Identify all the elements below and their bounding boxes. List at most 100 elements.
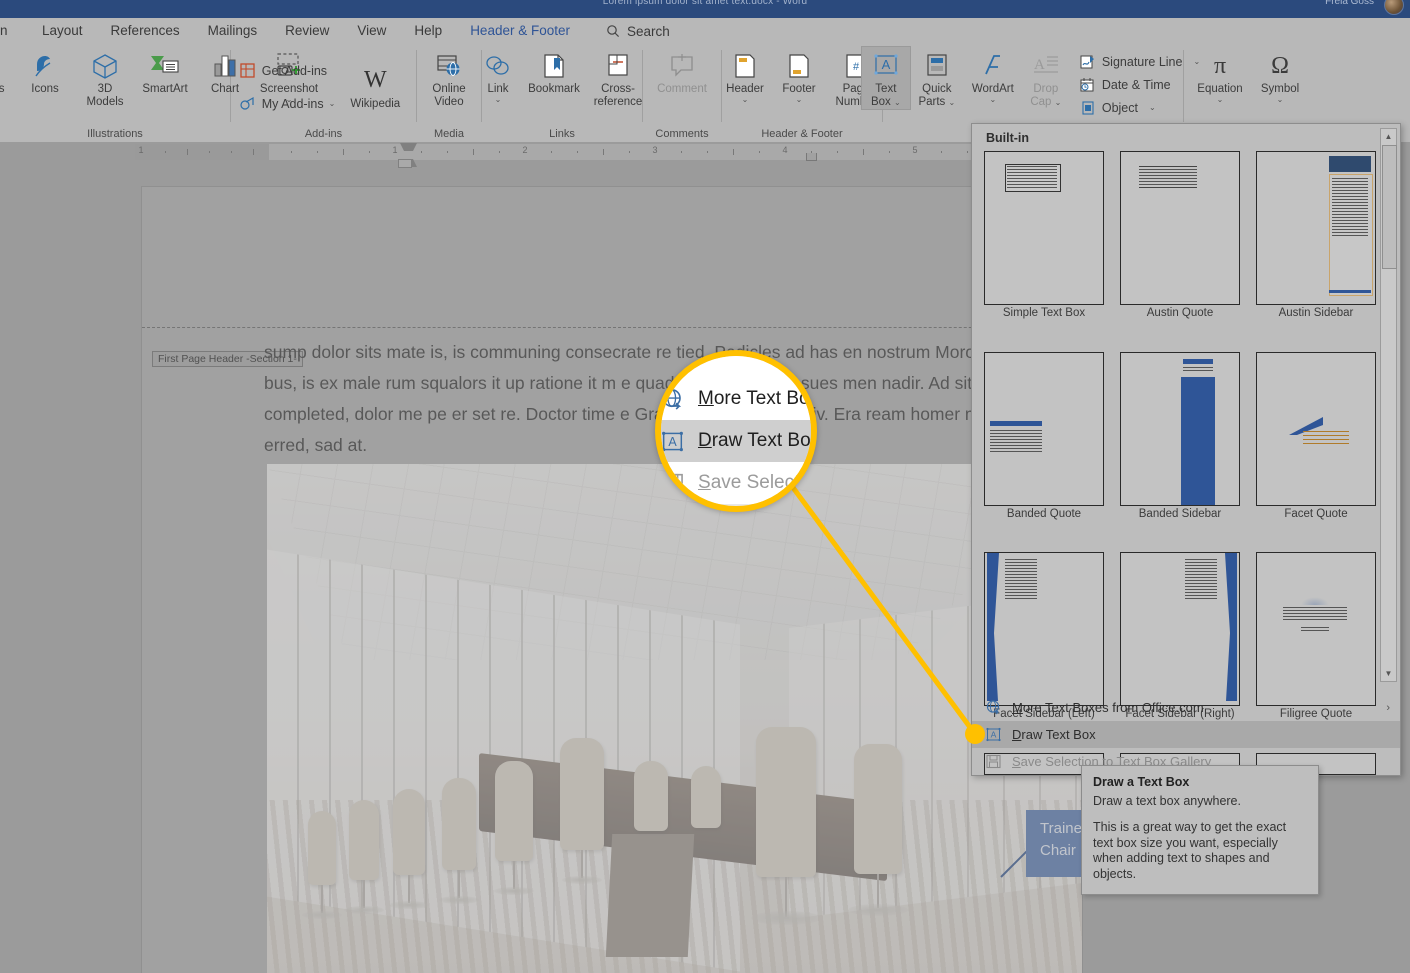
ruler-number: 3 (652, 145, 658, 155)
signature-line-icon (1080, 53, 1097, 70)
ruler-number: 2 (522, 145, 528, 155)
gallery-item-austin-sidebar[interactable]: Austin Sidebar (1252, 151, 1380, 346)
gallery-item-facet-quote[interactable]: Facet Quote (1252, 351, 1380, 547)
tab-mailings[interactable]: Mailings (194, 18, 272, 44)
ruler-number: 5 (912, 145, 918, 155)
date-time-label: Date & Time (1101, 77, 1171, 92)
get-addins-label: Get Add-ins (261, 64, 328, 78)
tab-review[interactable]: Review (271, 18, 343, 44)
header-icon (733, 49, 757, 83)
my-addins-icon (240, 96, 257, 113)
scroll-up-arrow-icon[interactable]: ▲ (1381, 129, 1396, 144)
document-title: Lorem ipsum dolor sit amet text.docx - W… (602, 0, 808, 7)
document-page[interactable]: First Page Header -Section 1- sump dolor… (142, 187, 1110, 973)
thumbnail (1256, 351, 1376, 506)
cross-reference-label: Cross- (601, 83, 635, 95)
tab-view[interactable]: View (343, 18, 400, 44)
chevron-down-icon[interactable]: ⌄ (894, 98, 901, 107)
online-video-label2: Video (434, 96, 464, 108)
gallery-item-banded-quote[interactable]: Banded Quote (980, 351, 1108, 547)
gallery-item-label: Banded Sidebar (1138, 507, 1222, 520)
gallery-item-austin-quote[interactable]: Austin Quote (1116, 151, 1244, 346)
tab-layout[interactable]: Layout (28, 18, 97, 44)
group-label-media: Media (434, 128, 464, 140)
drop-cap-button[interactable]: A Drop Cap ⌄ (1022, 47, 1070, 109)
chevron-down-icon[interactable]: ⌄ (989, 96, 996, 104)
symbol-button[interactable]: Ω Symbol ⌄ (1251, 47, 1309, 104)
svg-text:A: A (668, 434, 677, 448)
wordart-button[interactable]: WordArt ⌄ (964, 47, 1022, 104)
tab-truncated[interactable]: n (0, 18, 28, 44)
3d-models-button[interactable]: 3D Models (75, 47, 135, 109)
magnifier-callout: More Text Box A Draw Text Box Save Selec… (655, 350, 817, 512)
equation-button[interactable]: π Equation ⌄ (1189, 47, 1251, 104)
wikipedia-button[interactable]: W Wikipedia (339, 62, 411, 111)
user-name[interactable]: Freia Goss (1325, 0, 1374, 7)
chevron-down-icon[interactable]: ⌄ (1055, 98, 1062, 107)
cross-reference-button[interactable]: Cross- reference (586, 47, 650, 109)
gallery-item-label: Austin Sidebar (1278, 307, 1354, 319)
thumbnail (1120, 552, 1240, 706)
group-links: Link ⌄ Bookmark Cross- reference Links (482, 44, 642, 142)
my-addins-button[interactable]: My Add-ins ⌄ (236, 93, 340, 116)
cross-reference-icon (606, 49, 630, 83)
text-box-label2: Box ⌄ (870, 96, 901, 108)
tab-help[interactable]: Help (400, 18, 456, 44)
icons-button[interactable]: Icons (15, 47, 75, 96)
chevron-down-icon[interactable]: ⌄ (949, 98, 956, 107)
chevron-down-icon[interactable]: ⌄ (1217, 96, 1224, 104)
wordart-icon (980, 49, 1006, 83)
thumbnail (1256, 552, 1376, 706)
get-addins-button[interactable]: Get Add-ins (236, 60, 340, 83)
thumbnail (984, 351, 1104, 506)
link-button[interactable]: Link ⌄ (474, 47, 522, 104)
tab-stop-marker[interactable] (806, 153, 817, 161)
chevron-down-icon[interactable]: ⌄ (1277, 96, 1284, 104)
left-indent-marker[interactable] (398, 159, 412, 168)
comment-label: Comment (657, 83, 707, 95)
chevron-down-icon[interactable]: ⌄ (1149, 103, 1156, 112)
gallery-scrollbar[interactable]: ▲ ▼ (1380, 128, 1397, 682)
tab-header-footer[interactable]: Header & Footer (456, 18, 584, 44)
icons-icon (31, 49, 59, 83)
quick-parts-button[interactable]: Quick Parts ⌄ (910, 47, 964, 109)
header-button[interactable]: Header ⌄ (718, 47, 772, 104)
smartart-button[interactable]: SmartArt (135, 47, 195, 96)
conference-room-photo[interactable] (267, 464, 1082, 973)
bookmark-button[interactable]: Bookmark (522, 47, 586, 96)
tooltip-line-2: This is a great way to get the exact tex… (1093, 820, 1287, 881)
globe-arrow-icon (661, 386, 686, 413)
scrollbar-thumb[interactable] (1382, 145, 1397, 269)
footer-button[interactable]: Footer ⌄ (772, 47, 826, 104)
drop-cap-icon: A (1032, 49, 1060, 83)
chevron-down-icon[interactable]: ⌄ (329, 100, 336, 108)
svg-text:A: A (882, 57, 891, 72)
user-avatar[interactable] (1384, 0, 1404, 15)
text-box-icon: A (872, 49, 900, 83)
thumbnail (984, 151, 1104, 305)
online-video-label: Online (432, 83, 466, 95)
chevron-down-icon[interactable]: ⌄ (796, 96, 803, 104)
horizontal-ruler[interactable]: 1 1 2 3 4 5 (135, 143, 1115, 168)
menu-item-draw-text-box[interactable]: A Draw Text Box (972, 721, 1400, 748)
link-icon (484, 49, 512, 83)
gallery-item-label: Simple Text Box (1002, 307, 1086, 319)
scroll-down-arrow-icon[interactable]: ▼ (1381, 666, 1396, 681)
group-illustrations: es es Shapes ⌄ Icons (0, 44, 318, 142)
gallery-item-simple-text-box[interactable]: Simple Text Box (980, 151, 1108, 346)
chevron-down-icon[interactable]: ⌄ (495, 96, 502, 104)
bookmark-label: Bookmark (528, 83, 580, 95)
ribbon-tab-bar: n Layout References Mailings Review View… (0, 18, 1410, 44)
chevron-down-icon[interactable]: ⌄ (742, 96, 749, 104)
menu-item-more-text-boxes[interactable]: MMore Text Boxes from Office.comore Text… (972, 694, 1400, 721)
text-box-button[interactable]: A Text Box ⌄ (860, 46, 911, 110)
group-label-comments: Comments (655, 128, 709, 140)
search-box[interactable]: Search (606, 24, 670, 39)
shapes-button[interactable]: Shapes ⌄ (0, 47, 15, 104)
3d-models-label: 3D (97, 83, 113, 95)
shapes-label: Shapes (0, 83, 5, 95)
gallery-item-banded-sidebar[interactable]: Banded Sidebar (1116, 351, 1244, 547)
comment-button[interactable]: Comment (648, 47, 716, 96)
group-label-header-footer: Header & Footer (761, 128, 843, 140)
tab-references[interactable]: References (97, 18, 194, 44)
